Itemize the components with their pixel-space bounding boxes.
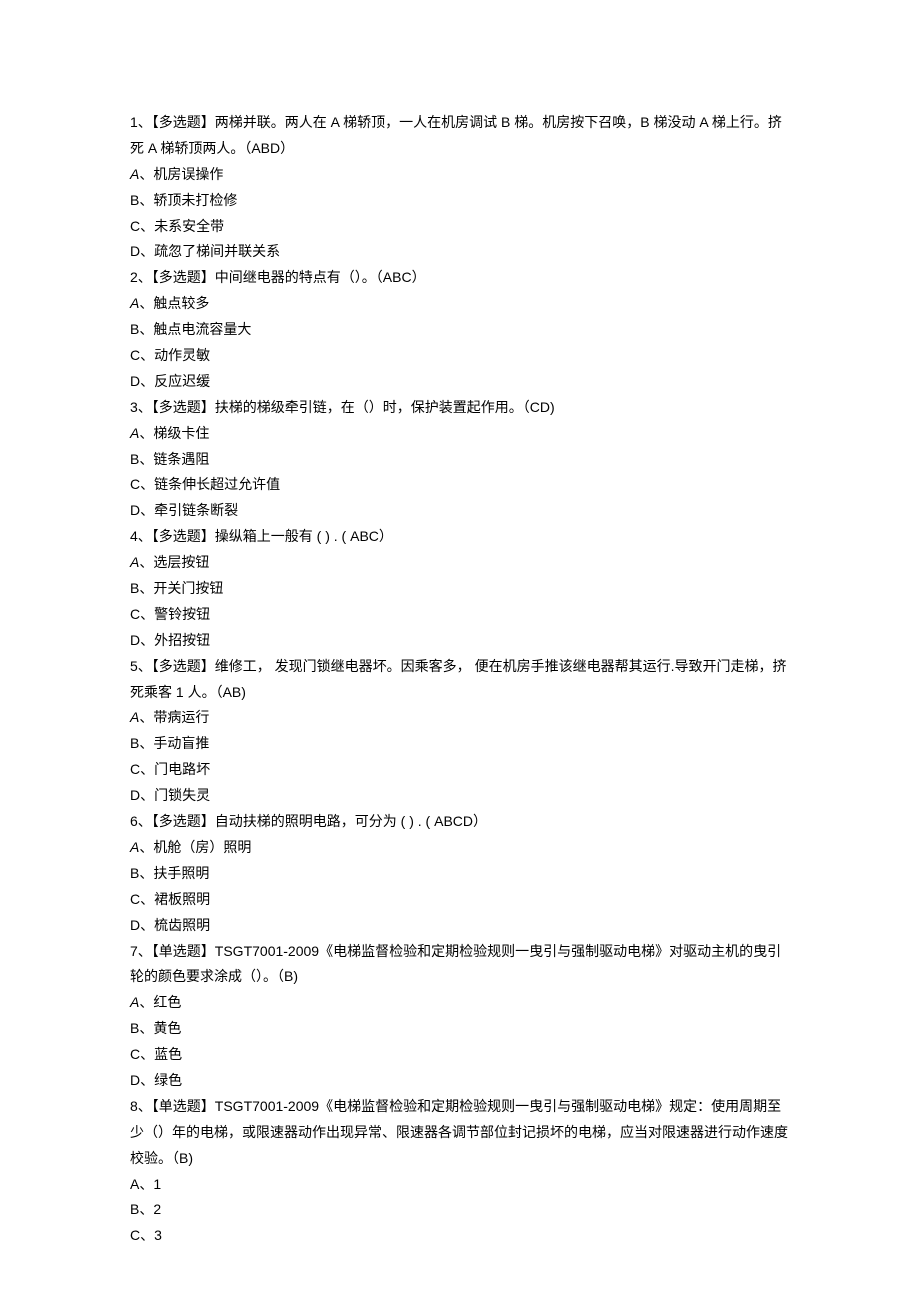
question-option: D、梳齿照明 — [130, 913, 790, 939]
question-header: 8、【单选题】TSGT7001-2009《电梯监督检验和定期检验规则一曳引与强制… — [130, 1094, 790, 1172]
option-label: A — [130, 425, 139, 441]
question-option: C、蓝色 — [130, 1042, 790, 1068]
question-option: C、链条伸长超过允许值 — [130, 472, 790, 498]
question-block: 7、【单选题】TSGT7001-2009《电梯监督检验和定期检验规则一曳引与强制… — [130, 939, 790, 1094]
question-option: D、外招按钮 — [130, 628, 790, 654]
question-option: B、开关门按钮 — [130, 576, 790, 602]
question-block: 2、【多选题】中间继电器的特点有（）。（ABC）A、触点较多B、触点电流容量大C… — [130, 265, 790, 394]
option-label: A — [130, 994, 139, 1010]
question-header: 4、【多选题】操纵箱上一般有 ( ) . ( ABC） — [130, 524, 790, 550]
question-block: 1、【多选题】两梯并联。两人在 A 梯轿顶，一人在机房调试 B 梯。机房按下召唤… — [130, 110, 790, 265]
question-option: C、裙板照明 — [130, 887, 790, 913]
question-header: 5、【多选题】维修工， 发现门锁继电器坏。因乘客多， 便在机房手推该继电器帮其运… — [130, 654, 790, 706]
option-label: A — [130, 839, 139, 855]
question-header: 6、【多选题】自动扶梯的照明电路，可分为 ( ) . ( ABCD） — [130, 809, 790, 835]
question-option: C、未系安全带 — [130, 214, 790, 240]
question-option: C、动作灵敏 — [130, 343, 790, 369]
question-option: D、牵引链条断裂 — [130, 498, 790, 524]
question-option: A、梯级卡住 — [130, 421, 790, 447]
question-option: B、链条遇阻 — [130, 447, 790, 473]
question-block: 3、【多选题】扶梯的梯级牵引链，在（）时，保护装置起作用。（CD)A、梯级卡住B… — [130, 395, 790, 524]
question-option: A、选层按钮 — [130, 550, 790, 576]
option-label: A — [130, 709, 139, 725]
question-header: 3、【多选题】扶梯的梯级牵引链，在（）时，保护装置起作用。（CD) — [130, 395, 790, 421]
question-option: B、2 — [130, 1197, 790, 1223]
question-option: A、带病运行 — [130, 705, 790, 731]
question-option: D、反应迟缓 — [130, 369, 790, 395]
question-option: D、门锁失灵 — [130, 783, 790, 809]
question-option: B、黄色 — [130, 1016, 790, 1042]
question-block: 6、【多选题】自动扶梯的照明电路，可分为 ( ) . ( ABCD）A、机舱（房… — [130, 809, 790, 938]
question-option: A、1 — [130, 1172, 790, 1198]
question-option: B、轿顶未打检修 — [130, 188, 790, 214]
question-block: 8、【单选题】TSGT7001-2009《电梯监督检验和定期检验规则一曳引与强制… — [130, 1094, 790, 1249]
question-option: B、触点电流容量大 — [130, 317, 790, 343]
question-option: C、警铃按钮 — [130, 602, 790, 628]
question-option: A、机舱（房）照明 — [130, 835, 790, 861]
option-label: A — [130, 295, 139, 311]
option-label: A — [130, 166, 139, 182]
document-content: 1、【多选题】两梯并联。两人在 A 梯轿顶，一人在机房调试 B 梯。机房按下召唤… — [130, 110, 790, 1249]
option-label: A — [130, 554, 139, 570]
question-option: B、手动盲推 — [130, 731, 790, 757]
question-block: 4、【多选题】操纵箱上一般有 ( ) . ( ABC）A、选层按钮B、开关门按钮… — [130, 524, 790, 653]
question-option: A、红色 — [130, 990, 790, 1016]
question-option: D、绿色 — [130, 1068, 790, 1094]
question-option: C、3 — [130, 1223, 790, 1249]
question-option: C、门电路坏 — [130, 757, 790, 783]
question-option: A、机房误操作 — [130, 162, 790, 188]
question-header: 1、【多选题】两梯并联。两人在 A 梯轿顶，一人在机房调试 B 梯。机房按下召唤… — [130, 110, 790, 162]
question-header: 7、【单选题】TSGT7001-2009《电梯监督检验和定期检验规则一曳引与强制… — [130, 939, 790, 991]
question-header: 2、【多选题】中间继电器的特点有（）。（ABC） — [130, 265, 790, 291]
question-option: B、扶手照明 — [130, 861, 790, 887]
question-option: A、触点较多 — [130, 291, 790, 317]
question-block: 5、【多选题】维修工， 发现门锁继电器坏。因乘客多， 便在机房手推该继电器帮其运… — [130, 654, 790, 809]
question-option: D、疏忽了梯间并联关系 — [130, 239, 790, 265]
